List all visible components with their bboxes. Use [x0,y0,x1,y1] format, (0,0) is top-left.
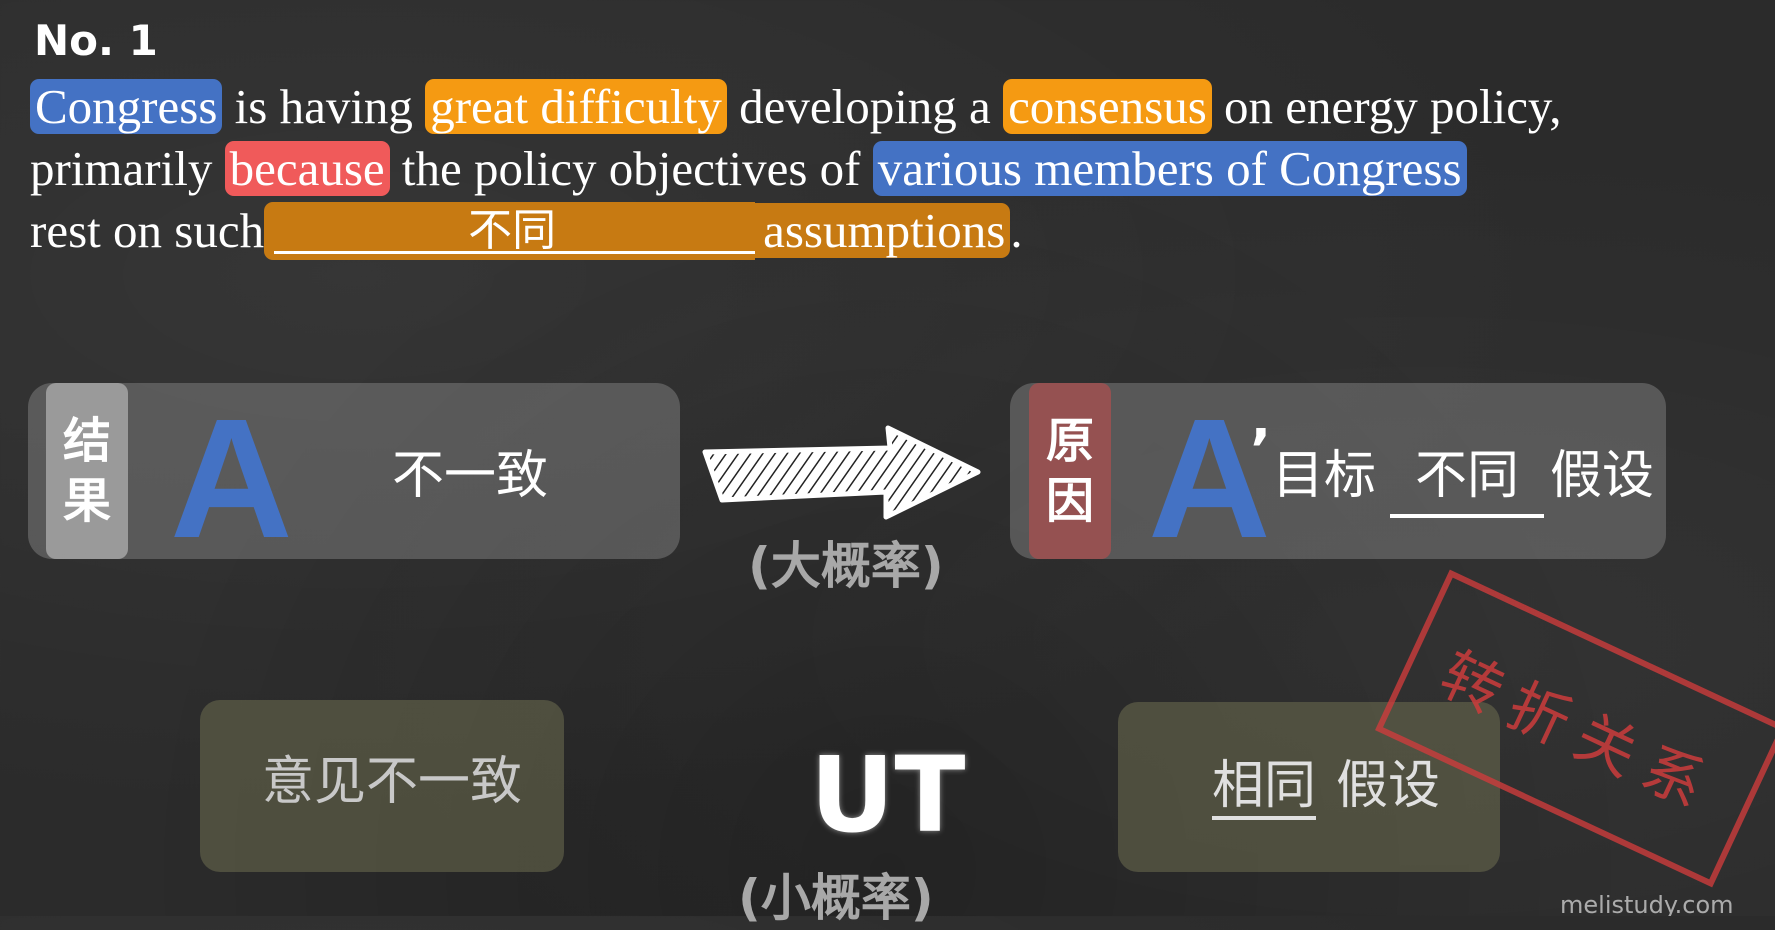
cause-tag: 原因 [1029,383,1111,559]
letter-a-left: A [170,384,293,574]
blank-underline [274,251,756,254]
highlight-various-members: various members of Congress [872,141,1467,196]
result-tag-label: 结果 [62,413,111,529]
blank-answer: 不同 [468,205,557,256]
highlight-consensus: consensus [1003,79,1212,134]
plain-text: rest on such [30,203,265,258]
right-arrow-icon [702,425,981,520]
highlight-congress: Congress [30,79,223,134]
ut-text: UT [810,734,966,856]
highlight-great-difficulty: great difficulty [425,79,727,134]
low-probability-caption: (小概率) [738,869,934,927]
sentence-line-3: rest on such 不同 assumptions. [30,200,1750,262]
result-tag: 结果 [46,383,128,559]
plain-text: . [1010,203,1023,258]
cause-tag-label: 原因 [1045,413,1094,529]
plain-text: on energy policy, [1211,79,1562,134]
high-probability-caption: (大概率) [748,537,944,595]
disagree-text: 不一致 [392,446,549,506]
plain-text: the policy objectives of [389,141,873,196]
highlight-assumptions: assumptions [755,203,1011,258]
highlight-because: because [224,141,390,196]
sentence-text: Congress is having great difficulty deve… [30,76,1750,262]
sentence-line-2: primarily because the policy objectives … [30,138,1750,200]
sentence-line-1: Congress is having great difficulty deve… [30,76,1750,138]
fill-in-blank: 不同 [264,202,756,260]
assumption-text: 假设 [1550,446,1655,506]
different-underlined: 不同 [1390,450,1544,518]
watermark-text: melistudy.com [1560,895,1734,916]
plain-text: is having [222,79,426,134]
page-title: No. 1 [34,16,158,65]
plain-text: primarily [30,141,225,196]
same-assumption-text: 假设 [1336,756,1441,816]
same-underlined: 相同 [1212,760,1317,820]
plain-text: developing a [726,79,1004,134]
opinion-disagree-text: 意见不一致 [262,752,523,812]
prime-mark: ’ [1250,418,1272,483]
objective-text: 目标 [1272,446,1377,506]
